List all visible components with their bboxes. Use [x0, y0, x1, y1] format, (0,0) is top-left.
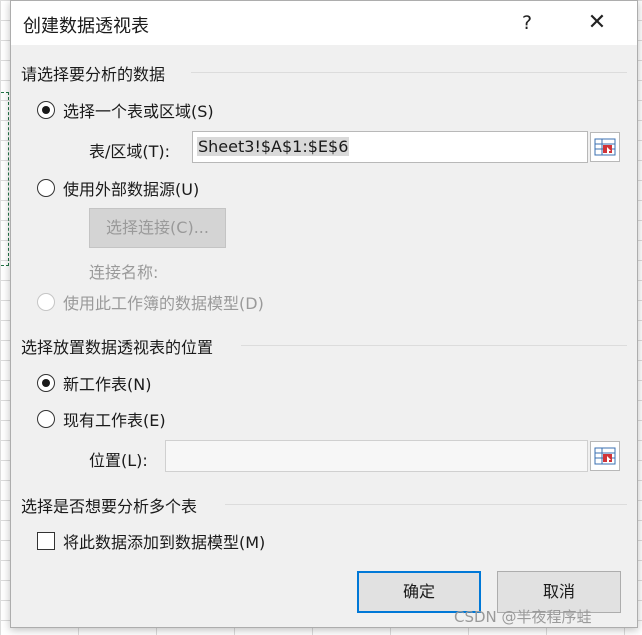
add-to-data-model-option[interactable]: 将此数据添加到数据模型(M) — [37, 530, 265, 552]
close-button[interactable]: ✕ — [579, 7, 615, 39]
range-select-icon — [594, 138, 616, 156]
section-divider — [225, 504, 627, 505]
section-heading-placement: 选择放置数据透视表的位置 — [21, 338, 214, 357]
watermark: CSDN @半夜程序蛙 — [454, 608, 592, 626]
copy-marquee — [0, 92, 9, 266]
radio-external-source[interactable] — [37, 179, 55, 197]
section-divider — [191, 72, 627, 73]
section-heading-choose-data: 请选择要分析的数据 — [21, 65, 166, 84]
radio-table-range[interactable] — [37, 101, 55, 119]
choose-connection-button[interactable]: 选择连接(C)... — [89, 208, 226, 248]
radio-new-worksheet[interactable] — [37, 374, 55, 392]
add-to-data-model-checkbox[interactable] — [37, 532, 55, 550]
option-existing-worksheet-label: 现有工作表(E) — [63, 411, 166, 430]
table-range-label: 表/区域(T): — [89, 142, 171, 161]
collapse-dialog-button[interactable] — [590, 132, 620, 162]
radio-existing-worksheet[interactable] — [37, 410, 55, 428]
table-range-input[interactable]: Sheet3!$A$1:$E$6 — [192, 131, 588, 163]
dialog-title: 创建数据透视表 — [23, 16, 149, 37]
location-input[interactable] — [165, 440, 588, 472]
option-new-worksheet[interactable]: 新工作表(N) — [37, 372, 151, 394]
connection-name-label: 连接名称: — [89, 263, 159, 282]
table-range-value: Sheet3!$A$1:$E$6 — [197, 137, 350, 156]
location-label: 位置(L): — [89, 451, 148, 470]
section-divider — [241, 345, 627, 346]
option-external-source-label: 使用外部数据源(U) — [63, 180, 200, 199]
add-to-data-model-label: 将此数据添加到数据模型(M) — [63, 533, 266, 552]
option-existing-worksheet[interactable]: 现有工作表(E) — [37, 408, 166, 430]
option-new-worksheet-label: 新工作表(N) — [63, 375, 152, 394]
help-button[interactable]: ? — [511, 7, 543, 39]
range-select-icon — [594, 447, 616, 465]
create-pivot-table-dialog: 创建数据透视表 ? ✕ 请选择要分析的数据 选择一个表或区域(S) 表/区域(T… — [10, 0, 638, 628]
radio-data-model[interactable] — [37, 293, 55, 311]
section-heading-multiple-tables: 选择是否想要分析多个表 — [21, 497, 198, 516]
option-external-source[interactable]: 使用外部数据源(U) — [37, 177, 199, 199]
option-table-range[interactable]: 选择一个表或区域(S) — [37, 99, 214, 121]
option-data-model-label: 使用此工作簿的数据模型(D) — [63, 294, 264, 313]
title-bar: 创建数据透视表 ? ✕ — [11, 1, 637, 45]
location-collapse-button[interactable] — [590, 441, 620, 471]
option-table-range-label: 选择一个表或区域(S) — [63, 102, 214, 121]
option-data-model[interactable]: 使用此工作簿的数据模型(D) — [37, 291, 264, 313]
